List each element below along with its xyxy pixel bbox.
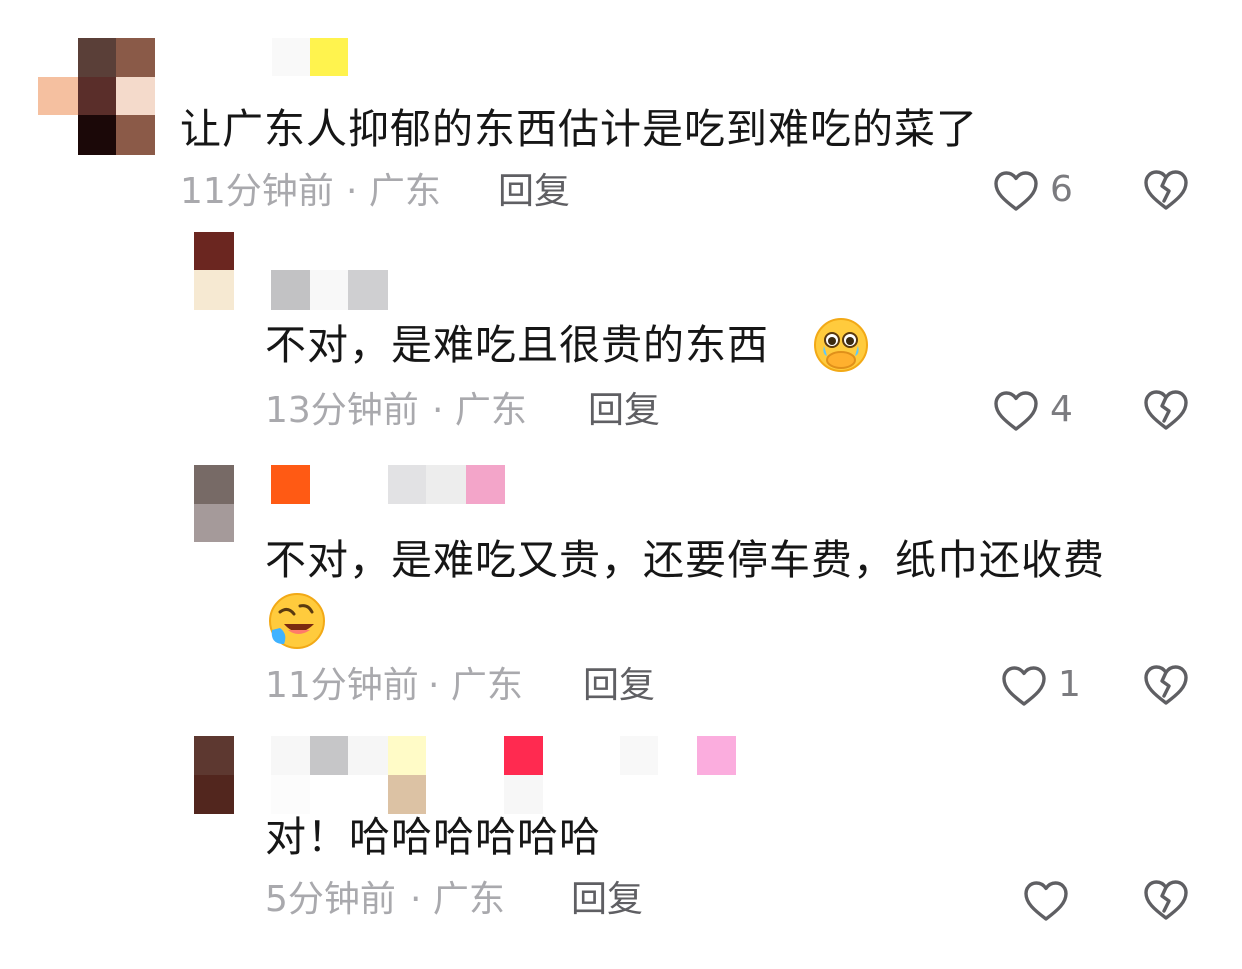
heart-outline-icon <box>1000 663 1048 707</box>
comment-time: 11分钟前 <box>180 171 334 212</box>
reply-button[interactable]: 回复 <box>498 170 570 214</box>
rolling-laughing-emoji <box>266 590 328 656</box>
reply-button[interactable]: 回复 <box>571 878 643 922</box>
comment-text: 让广东人抑郁的东西估计是吃到难吃的菜了 <box>180 105 978 153</box>
broken-heart-icon[interactable] <box>1142 877 1190 921</box>
comment-time: 13分钟前 <box>265 390 419 431</box>
like-count: 1 <box>1058 664 1081 705</box>
broken-heart-icon[interactable] <box>1142 167 1190 211</box>
crying-face-emoji <box>812 316 870 378</box>
comment-location: · 广东 <box>432 390 527 431</box>
heart-outline-icon <box>1022 878 1070 922</box>
broken-heart-icon[interactable] <box>1142 662 1190 706</box>
broken-heart-icon[interactable] <box>1142 387 1190 431</box>
like-count: 6 <box>1050 169 1073 210</box>
comment-time: 5分钟前 <box>265 879 396 920</box>
comment-text: 对！哈哈哈哈哈哈 <box>265 813 601 861</box>
like-button[interactable]: 6 <box>992 165 1073 215</box>
heart-outline-icon <box>992 168 1040 212</box>
comment-location: · 广东 <box>428 665 523 706</box>
comment-text: 不对，是难吃又贵，还要停车费，纸巾还收费 <box>265 536 1105 584</box>
heart-outline-icon <box>992 388 1040 432</box>
reply-button[interactable]: 回复 <box>588 389 660 433</box>
like-count: 4 <box>1050 389 1073 430</box>
comment-time: 11分钟前 <box>265 665 419 706</box>
comment-location: · 广东 <box>346 171 441 212</box>
comment-text: 不对，是难吃且很贵的东西 <box>265 321 769 369</box>
comment-location: · 广东 <box>410 879 505 920</box>
like-button[interactable]: 4 <box>992 385 1073 435</box>
reply-button[interactable]: 回复 <box>583 664 655 708</box>
like-button[interactable]: 1 <box>1000 660 1081 710</box>
like-button[interactable] <box>1022 875 1080 925</box>
